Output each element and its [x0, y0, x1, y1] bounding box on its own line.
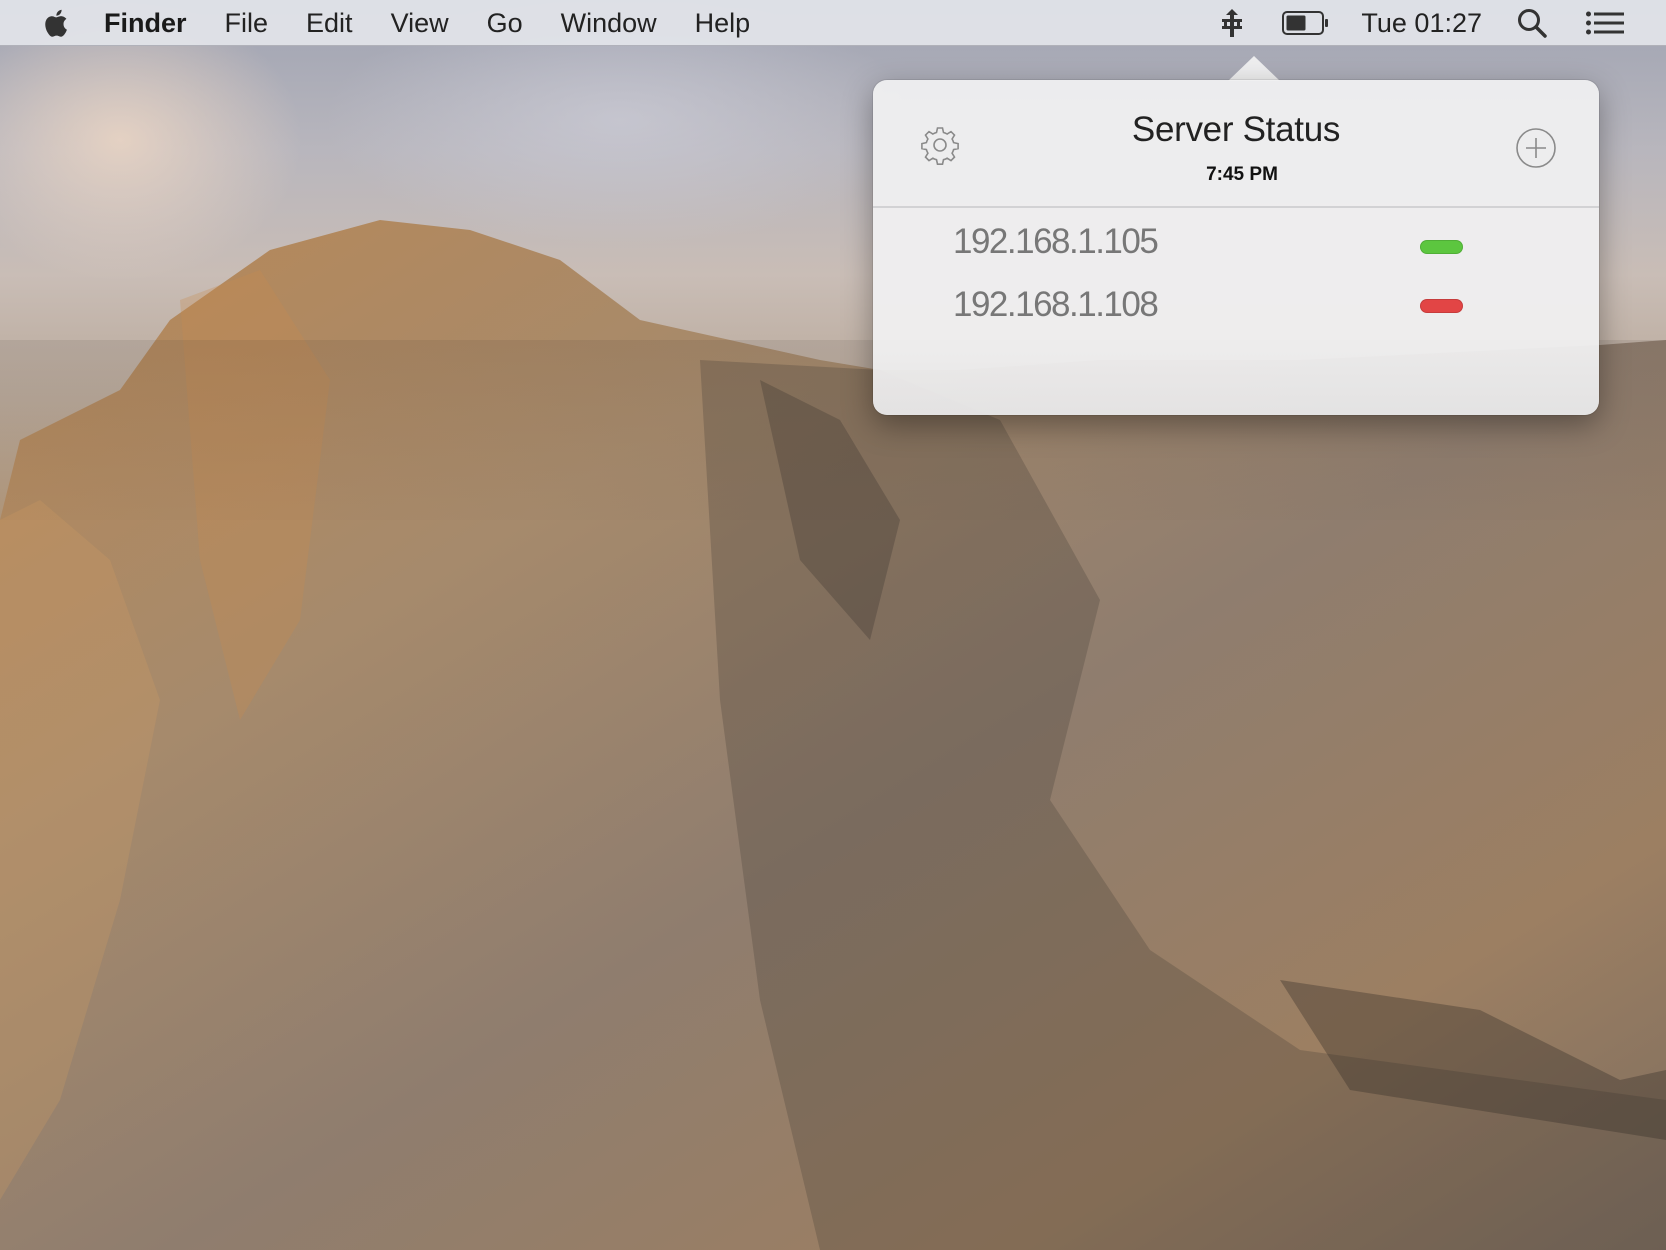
battery-icon[interactable] — [1281, 11, 1331, 35]
server-ip: 192.168.1.105 — [953, 222, 1159, 261]
notification-center-icon[interactable] — [1586, 11, 1624, 35]
menu-file[interactable]: File — [225, 0, 269, 46]
network-status-icon[interactable] — [1217, 7, 1247, 39]
menu-bar: Finder File Edit View Go Window Help Tue… — [0, 0, 1666, 46]
menu-clock[interactable]: Tue 01:27 — [1361, 8, 1482, 39]
menu-view[interactable]: View — [391, 0, 449, 46]
plus-circle-icon[interactable] — [1515, 127, 1557, 169]
status-area: Tue 01:27 — [1217, 0, 1666, 46]
popover-title: Server Status — [1131, 110, 1341, 149]
menu-window[interactable]: Window — [561, 0, 657, 46]
status-indicator-down — [1420, 299, 1463, 313]
status-indicator-up — [1420, 240, 1463, 254]
menu-go[interactable]: Go — [487, 0, 523, 46]
server-ip: 192.168.1.108 — [953, 285, 1159, 324]
popover-footer-area — [873, 350, 1599, 415]
server-status-popover: Server Status 7:45 PM 192.168.1.105 192.… — [873, 80, 1599, 415]
popover-arrow — [1228, 56, 1280, 81]
apple-logo-icon[interactable] — [40, 6, 70, 40]
popover-time: 7:45 PM — [1206, 164, 1278, 185]
menu-edit[interactable]: Edit — [306, 0, 353, 46]
popover-header: Server Status 7:45 PM — [873, 80, 1599, 208]
menu-help[interactable]: Help — [695, 0, 751, 46]
menu-finder[interactable]: Finder — [104, 0, 187, 46]
spotlight-search-icon[interactable] — [1516, 8, 1548, 38]
